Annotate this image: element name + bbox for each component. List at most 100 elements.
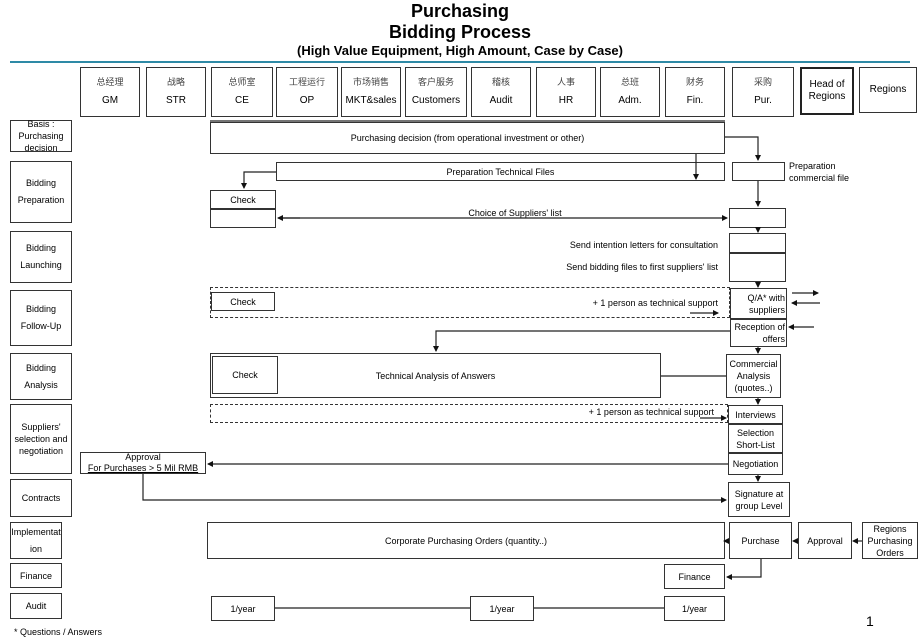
dept-customers-en: Customers <box>411 95 461 106</box>
dept-gm-cn: 总经理 <box>96 78 124 88</box>
dept-ce-cn: 总师室 <box>228 78 256 88</box>
step-purchase-label: Purchase <box>741 535 780 546</box>
arrow-technical-to-check <box>241 171 276 189</box>
phase-implementation: Implementation <box>10 522 62 559</box>
dept-str: 战略 STR <box>146 67 206 117</box>
audit-box-2-label: 1/year <box>489 603 515 614</box>
phase-contracts-label: Contracts <box>21 493 61 503</box>
step-tech-analysis-label: Technical Analysis of Answers <box>375 370 496 381</box>
dept-pur-en: Pur. <box>754 95 772 106</box>
dept-pur-cn: 采购 <box>753 78 772 88</box>
step-interviews: Interviews <box>728 405 783 424</box>
step-negotiation: Negotiation <box>728 453 783 475</box>
step-finance: Finance <box>664 564 725 589</box>
phase-bidding-launching: Bidding Launching <box>10 231 72 283</box>
dept-audit-cn: 稽核 <box>491 78 510 88</box>
dept-head-of-regions: Head of Regions <box>800 67 854 115</box>
phase-basis: Basis : Purchasing decision <box>10 119 72 153</box>
phase-audit-label: Audit <box>25 601 47 611</box>
step-approval-label: Approval <box>807 535 843 546</box>
step-approval-gm-line2: For Purchases > 5 Mil RMB <box>87 463 199 473</box>
step-qa-suppliers-label: Q/A* with suppliers <box>747 292 785 315</box>
audit-box-3: 1/year <box>664 596 725 621</box>
step-selection-shortlist: Selection Short-List <box>728 424 783 453</box>
step-regions-orders: Regions Purchasing Orders <box>862 522 918 559</box>
phase-suppliers-selection: Suppliers' selection and negotiation <box>10 404 72 474</box>
tech-support-label-1: + 1 person as technical support <box>592 298 718 308</box>
subtitle: (High Value Equipment, High Amount, Case… <box>296 43 623 58</box>
step-send-bidding-box <box>729 253 786 282</box>
phase-finance-label: Finance <box>19 570 53 581</box>
phase-audit: Audit <box>10 593 62 619</box>
phase-finance: Finance <box>10 563 62 588</box>
step-send-intention-label: Send intention letters for consultation <box>569 240 718 250</box>
step-signature: Signature at group Level <box>728 482 790 517</box>
step-check-preparation-label: Check <box>230 194 256 205</box>
phase-bidding-analysis-label: Bidding Analysis <box>24 362 58 390</box>
audit-box-2: 1/year <box>470 596 534 621</box>
dept-gm-en: GM <box>101 95 119 106</box>
step-purchasing-decision: Purchasing decision (from operational in… <box>210 122 725 154</box>
dept-mkt-cn: 市场销售 <box>352 78 389 88</box>
step-negotiation-label: Negotiation <box>732 459 779 469</box>
phase-bidding-analysis: Bidding Analysis <box>10 353 72 400</box>
dept-op-cn: 工程运行 <box>288 78 325 88</box>
step-selection-shortlist-label: Selection Short-List <box>736 427 775 450</box>
audit-box-3-label: 1/year <box>681 603 707 614</box>
step-send-bidding-label: Send bidding files to first suppliers' l… <box>566 262 718 272</box>
phase-bidding-preparation: Bidding Preparation <box>10 161 72 223</box>
tech-support-label-2: + 1 person as technical support <box>588 407 714 417</box>
dept-audit-en: Audit <box>489 95 513 106</box>
step-corporate-orders-label: Corporate Purchasing Orders (quantity..) <box>385 535 547 546</box>
phase-implementation-label: Implementation <box>11 526 61 554</box>
dept-hr: 人事 HR <box>536 67 596 117</box>
dept-ce: 总师室 CE <box>211 67 273 117</box>
step-check-followup: Check <box>211 292 275 311</box>
step-qa-suppliers: Q/A* with suppliers <box>730 288 787 319</box>
dept-ce-en: CE <box>235 95 249 106</box>
phase-basis-label: Basis : Purchasing decision <box>18 119 64 153</box>
step-regions-orders-label: Regions Purchasing Orders <box>867 523 913 558</box>
step-reception-offers-label: Reception of offers <box>734 322 785 344</box>
title-line-1: Purchasing <box>410 1 510 21</box>
page-number: 1 <box>866 613 874 629</box>
dept-op-en: OP <box>299 95 315 106</box>
step-signature-label: Signature at group Level <box>734 488 784 511</box>
step-finance-label: Finance <box>678 571 711 582</box>
step-corporate-orders: Corporate Purchasing Orders (quantity..) <box>207 522 725 559</box>
step-approval-gm: Approval For Purchases > 5 Mil RMB <box>80 452 206 474</box>
step-interviews-label: Interviews <box>735 409 776 420</box>
title-divider <box>10 61 910 63</box>
step-choice-suppliers-label: Choice of Suppliers' list <box>468 208 562 218</box>
arrow-reception-to-tech-analysis <box>433 330 730 352</box>
dept-mkt: 市场销售 MKT&sales <box>341 67 401 117</box>
phase-bidding-follow-up-label: Bidding Follow-Up <box>20 304 62 331</box>
dept-fin-cn: 财务 <box>685 78 704 88</box>
audit-box-1-label: 1/year <box>230 603 256 614</box>
step-prep-technical-files-label: Preparation Technical Files <box>446 166 555 177</box>
step-prep-commercial-file-label: Preparation commercial file <box>789 161 850 183</box>
dept-fin: 财务 Fin. <box>665 67 725 117</box>
footnote: * Questions / Answers <box>14 627 103 637</box>
step-check-analysis-label: Check <box>232 370 258 380</box>
dept-gm: 总经理 GM <box>80 67 140 117</box>
dept-adm: 总班 Adm. <box>600 67 660 117</box>
dept-str-cn: 战略 <box>166 78 185 88</box>
dept-hr-cn: 人事 <box>556 78 575 88</box>
dept-customers-cn: 客户服务 <box>417 78 454 88</box>
arrow-approval-to-signature <box>142 474 727 503</box>
phase-bidding-preparation-label: Bidding Preparation <box>17 178 65 205</box>
dept-regions: Regions <box>859 67 917 113</box>
dept-customers: 客户服务 Customers <box>405 67 467 117</box>
dept-mkt-en: MKT&sales <box>345 95 397 106</box>
step-check-followup-label: Check <box>230 296 256 307</box>
step-commercial-analysis-label: Commercial Analysis (quotes..) <box>729 359 778 393</box>
dept-audit: 稽核 Audit <box>471 67 531 117</box>
dept-regions-en: Regions <box>869 84 907 95</box>
arrow-purchase-to-finance <box>726 559 762 580</box>
phase-suppliers-selection-label: Suppliers' selection and negotiation <box>14 422 68 456</box>
dept-pur: 采购 Pur. <box>732 67 794 117</box>
dept-hr-en: HR <box>558 95 574 106</box>
phase-bidding-launching-label: Bidding Launching <box>20 243 62 270</box>
audit-box-1: 1/year <box>211 596 275 621</box>
